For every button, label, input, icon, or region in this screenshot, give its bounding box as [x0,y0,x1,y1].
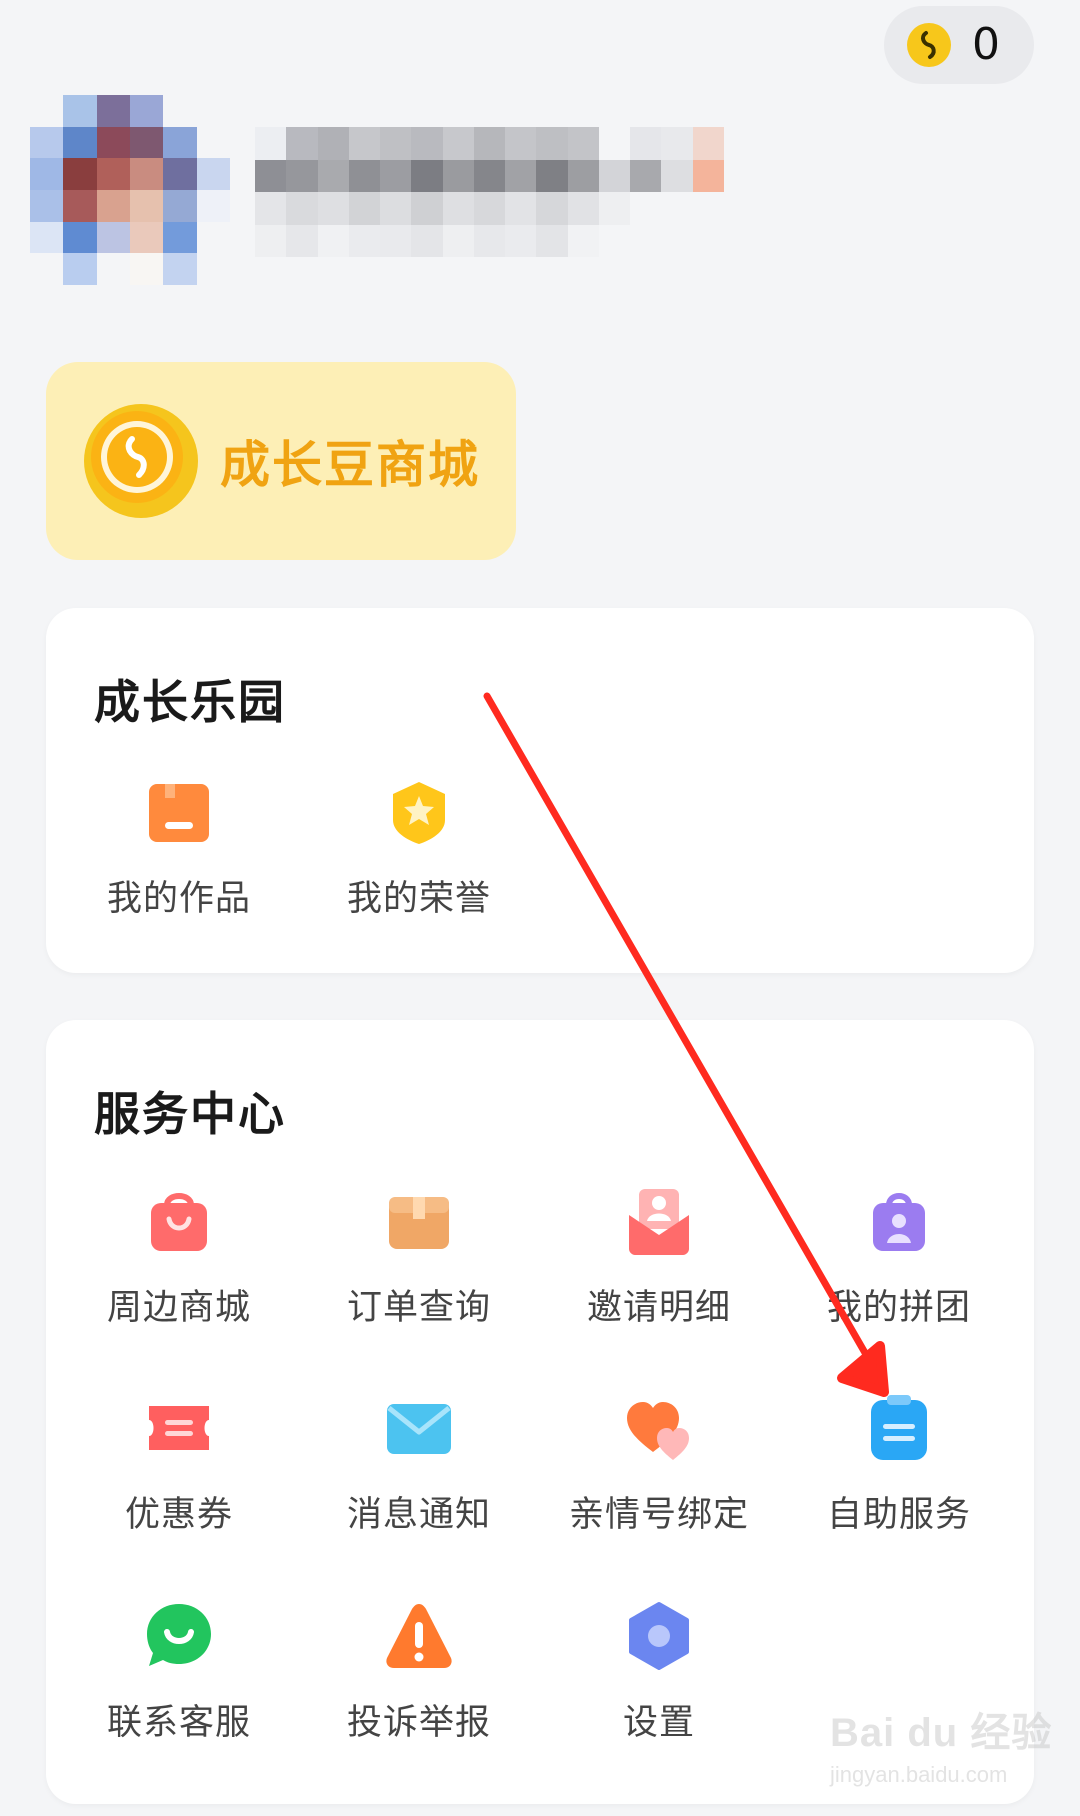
baidu-jingyan-watermark: Bai du 经验 jingyan.baidu.com [820,1700,1060,1800]
invite-details-label: 邀请明细 [586,1288,731,1328]
username [255,127,755,257]
user-profile[interactable] [30,95,755,295]
watermark-brand: Bai du 经验 [830,1711,1053,1755]
invite-envelope-icon [629,1189,689,1255]
self-service-item[interactable]: 自助服务 [779,1392,1019,1537]
chat-bubble-icon [147,1604,211,1666]
self-service-clipboard-icon [871,1395,927,1460]
my-honors-label: 我的荣誉 [346,879,491,919]
coin-count: 0 [972,19,1000,70]
growth-bean-shop-card[interactable]: 成长豆商城 [46,362,516,560]
warning-triangle-icon [386,1604,452,1668]
package-box-icon [389,1197,449,1249]
settings-item[interactable]: 设置 [539,1600,779,1745]
works-icon [149,784,209,842]
coupon-ticket-icon [149,1406,209,1450]
my-honors-item[interactable]: 我的荣誉 [299,776,539,921]
self-service-label: 自助服务 [826,1495,971,1535]
family-binding-item[interactable]: 亲情号绑定 [539,1392,779,1537]
notifications-label: 消息通知 [346,1495,491,1535]
group-buy-bag-icon [873,1193,925,1251]
order-query-label: 订单查询 [346,1288,491,1328]
coin-balance[interactable]: 0 [884,6,1034,84]
coupons-label: 优惠券 [124,1495,233,1535]
mail-icon [387,1404,451,1454]
order-query-item[interactable]: 订单查询 [299,1185,539,1330]
my-group-buy-item[interactable]: 我的拼团 [779,1185,1019,1330]
invite-details-item[interactable]: 邀请明细 [539,1185,779,1330]
shopping-bag-icon [151,1193,207,1251]
settings-label: 设置 [622,1703,695,1743]
settings-hexagon-icon [629,1602,689,1670]
my-works-item[interactable]: 我的作品 [59,776,299,921]
complaint-report-item[interactable]: 投诉举报 [299,1600,539,1745]
notifications-item[interactable]: 消息通知 [299,1392,539,1537]
coupons-item[interactable]: 优惠券 [59,1392,299,1537]
contact-support-label: 联系客服 [106,1703,251,1743]
honor-badge-icon [393,782,445,844]
service-center-panel: 服务中心 周边商城 订单查询 邀请明细 我的拼团 优惠券 消息通知 亲情号绑定 … [46,1020,1034,1804]
contact-support-item[interactable]: 联系客服 [59,1600,299,1745]
growth-bean-coin-icon [84,404,198,518]
complaint-report-label: 投诉举报 [346,1703,491,1743]
merch-shop-item[interactable]: 周边商城 [59,1185,299,1330]
my-group-buy-label: 我的拼团 [826,1288,971,1328]
coin-icon [907,23,951,67]
avatar[interactable] [30,95,230,285]
growth-park-title: 成长乐园 [94,675,286,729]
growth-bean-shop-label: 成长豆商城 [220,436,480,494]
family-binding-label: 亲情号绑定 [568,1495,749,1535]
service-center-title: 服务中心 [94,1087,286,1141]
my-works-label: 我的作品 [106,879,251,919]
merch-shop-label: 周边商城 [106,1288,251,1328]
hearts-icon [627,1402,689,1460]
watermark-url: jingyan.baidu.com [830,1762,1008,1787]
growth-park-panel: 成长乐园 我的作品 我的荣誉 [46,608,1034,973]
